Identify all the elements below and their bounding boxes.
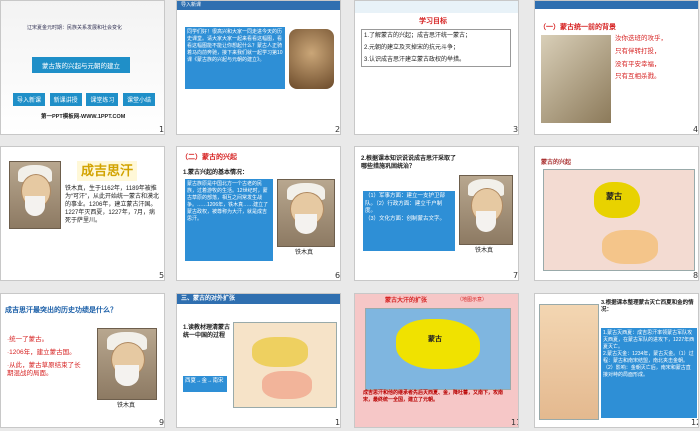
learning-goals: 1.了解蒙古的兴起；成吉思汗统一蒙古； 2.元朝的建立及灭掉宋的抗元斗争； 3.…: [361, 29, 511, 68]
map-region: [262, 371, 312, 399]
slide-subheading: 1.读教材理清蒙古统一中国的过程: [183, 325, 231, 340]
slide-title-banner: 蒙古族的兴起与元朝的建立: [32, 57, 130, 73]
slide-thumbnail-3[interactable]: 学习目标 1.了解蒙古的兴起；成吉思汗统一蒙古； 2.元朝的建立及灭掉宋的抗元斗…: [354, 0, 519, 135]
portrait-caption: 铁木真: [117, 403, 136, 409]
genghis-khan-portrait: [277, 179, 335, 247]
slide-number: 2: [335, 125, 341, 134]
goal-item: 2.元朝的建立及灭掉宋的抗元斗争；: [364, 45, 460, 52]
slide-number: 7: [513, 271, 519, 280]
slide-question: 2.根据课本知识说说成吉思汗采取了哪些措施巩固统治？: [361, 156, 457, 171]
slide-thumbnail-1[interactable]: 辽宋夏金元时期：民族关系发展和社会变化 蒙古族的兴起与元朝的建立 导入新课 新课…: [0, 0, 165, 135]
slide-number: 4: [693, 125, 699, 134]
slide-header-bar: [177, 1, 340, 10]
slide-intro-text: 同学们好！很高兴和大家一同走进今天的历史课堂。请大家大家一起来看看这幅图，看看这…: [185, 27, 285, 89]
slide-question: 成吉思汗最突出的历史功绩是什么？: [5, 307, 117, 314]
slide-thumbnail-7[interactable]: 2.根据课本知识说说成吉思汗采取了哪些措施巩固统治？ （1）军事方面：建立一支护…: [354, 146, 519, 281]
slide-section-label: 导入新课: [181, 2, 202, 8]
slide-subtitle: （地图示意）: [457, 297, 488, 303]
slide-title: 学习目标: [419, 18, 447, 25]
horseman-illustration: [289, 29, 334, 89]
slide-thumbnail-5[interactable]: 成吉思汗 铁木真，生于1162年，1189年被推为“可汗”，从此开始统一蒙古和漠…: [0, 146, 165, 281]
slide-title: 蒙古大汗的扩张: [385, 298, 428, 304]
slide-heading: 三、蒙古的对外扩张: [181, 296, 236, 302]
map-image: 蒙古: [543, 169, 695, 271]
answer-item: （1）军事方面：建立一支护卫部队。（2）行政方面：建立千户制度。: [365, 193, 446, 215]
answer-item: 1.蒙古灭西夏：成吉思汗率领蒙古军队攻灭西夏，在蒙古军队的进攻下，1227年西夏…: [603, 330, 695, 350]
answer-item: （3）文化方面：创制蒙古文字。: [365, 216, 446, 223]
map-image: [539, 304, 599, 420]
nav-button-practice[interactable]: 课堂练习: [86, 93, 119, 106]
sequence-box: 西夏→金→南宋: [183, 376, 227, 392]
poem-line: 只有伴转打投，: [615, 47, 661, 55]
goal-item: 3.认识成吉思汗建立蒙古政权的举措。: [364, 57, 466, 64]
slide-thumbnail-12[interactable]: 3.根据课本整理蒙古灭亡西夏和金的情况： 1.蒙古灭西夏：成吉思汗率领蒙古军队攻…: [534, 293, 699, 428]
slide-heading: （二）蒙古的兴起: [181, 154, 237, 161]
map-caption: 成吉思汗和他的继承者先后灭西夏、金，降吐蕃，又南下，攻南宋，最终统一全国，建立了…: [363, 390, 504, 403]
genghis-khan-portrait: [459, 175, 513, 245]
genghis-khan-portrait: [9, 161, 61, 229]
slide-number: 10: [335, 418, 341, 427]
slide-footer: 第一PPT模板网-WWW.1PPT.COM: [41, 114, 126, 120]
poem-line: 没有平安幸福，: [615, 60, 661, 68]
nav-button-intro[interactable]: 导入新课: [13, 93, 46, 106]
map-image: 蒙古: [365, 308, 511, 390]
poem-line: 只有互相杀戮。: [615, 73, 661, 81]
slide-question: 3.根据课本整理蒙古灭亡西夏和金的情况：: [601, 300, 694, 314]
map-label: 蒙古: [428, 336, 442, 343]
poem-line: 汝你迭班的攻乎，: [615, 35, 667, 42]
slide-number: 8: [693, 271, 699, 280]
slide-body-text: 铁木真，生于1162年，1189年被推为“可汗”，从此开始统一蒙古和漠北的事业。…: [65, 186, 159, 225]
slide-thumbnail-8[interactable]: 蒙古的兴起 蒙古 8: [534, 146, 699, 281]
slide-thumbnail-9[interactable]: 成吉思汗最突出的历史功绩是什么？ ·统一了蒙古。 ·1206年，建立蒙古国。 ·…: [0, 293, 165, 428]
slide-number: 11: [511, 418, 518, 427]
slide-title: 成吉思汗: [77, 161, 138, 181]
portrait-caption: 铁木真: [475, 248, 494, 254]
slide-number: 5: [159, 271, 165, 280]
achievement-item: ·1206年，建立蒙古国。: [7, 348, 76, 356]
map-label: 蒙古: [606, 192, 622, 201]
achievement-list: ·统一了蒙古。 ·1206年，建立蒙古国。 ·从此，蒙古草原结束了长期混战的局面…: [7, 336, 87, 379]
answer-box: 1.蒙古灭西夏：成吉思汗率领蒙古军队攻灭西夏，在蒙古军队的进攻下，1227年西夏…: [601, 328, 697, 418]
answer-item: 2.蒙古灭金：1234年，蒙古灭金。（1）过程：蒙古和南宋结盟，南北夹击金朝。（…: [603, 351, 694, 378]
slide-thumbnail-10[interactable]: 三、蒙古的对外扩张 1.读教材理清蒙古统一中国的过程 西夏→金→南宋 10: [176, 293, 341, 428]
achievement-item: ·统一了蒙古。: [7, 336, 49, 343]
slide-thumbnail-11[interactable]: 蒙古大汗的扩张 （地图示意） 蒙古 成吉思汗和他的继承者先后灭西夏、金，降吐蕃，…: [354, 293, 519, 428]
battle-illustration: [541, 35, 611, 123]
slide-heading: （一）蒙古统一前的背景: [539, 24, 616, 31]
slide-subtitle: 辽宋夏金元时期：民族关系发展和社会变化: [27, 25, 123, 31]
achievement-item: ·从此，蒙古草原结束了长期混战的局面。: [7, 361, 81, 378]
map-image: [233, 322, 337, 408]
map-region-south: [602, 230, 658, 264]
slide-title: 蒙古的兴起: [541, 160, 572, 166]
slide-thumbnail-4[interactable]: （一）蒙古统一前的背景 汝你迭班的攻乎， 只有伴转打投， 没有平安幸福， 只有互…: [534, 0, 699, 135]
slide-number: 1: [159, 125, 165, 134]
answer-box: （1）军事方面：建立一支护卫部队。（2）行政方面：建立千户制度。 （3）文化方面…: [363, 191, 455, 251]
nav-buttons: 导入新课 新课讲授 课堂练习 课堂小结: [13, 93, 155, 106]
portrait-caption: 铁木真: [295, 250, 314, 256]
poem-panel: 汝你迭班的攻乎， 只有伴转打投， 没有平安幸福， 只有互相杀戮。: [615, 35, 695, 105]
slide-header-bar: [535, 1, 698, 9]
slide-number: 9: [159, 418, 165, 427]
nav-button-lesson[interactable]: 新课讲授: [49, 93, 82, 106]
slide-thumbnail-6[interactable]: （二）蒙古的兴起 1.蒙古兴起的基本情况： 蒙古族原是中国北方一个古老的民族，过…: [176, 146, 341, 281]
slide-number: 12: [691, 418, 698, 427]
map-region: [252, 337, 308, 367]
slide-number: 6: [335, 271, 341, 280]
slide-body-text: 蒙古族原是中国北方一个古老的民族，过着游牧的生活。12世纪时，蒙古草原的部落，相…: [185, 179, 273, 261]
genghis-khan-portrait: [97, 328, 157, 400]
slide-thumbnail-2[interactable]: 导入新课 同学们好！很高兴和大家一同走进今天的历史课堂。请大家大家一起来看看这幅…: [176, 0, 341, 135]
nav-button-summary[interactable]: 课堂小结: [122, 93, 155, 106]
slide-subheading: 1.蒙古兴起的基本情况：: [183, 170, 249, 176]
slide-top-bar: [355, 1, 518, 13]
goal-item: 1.了解蒙古的兴起；成吉思汗统一蒙古；: [364, 33, 472, 39]
slide-number: 3: [513, 125, 519, 134]
